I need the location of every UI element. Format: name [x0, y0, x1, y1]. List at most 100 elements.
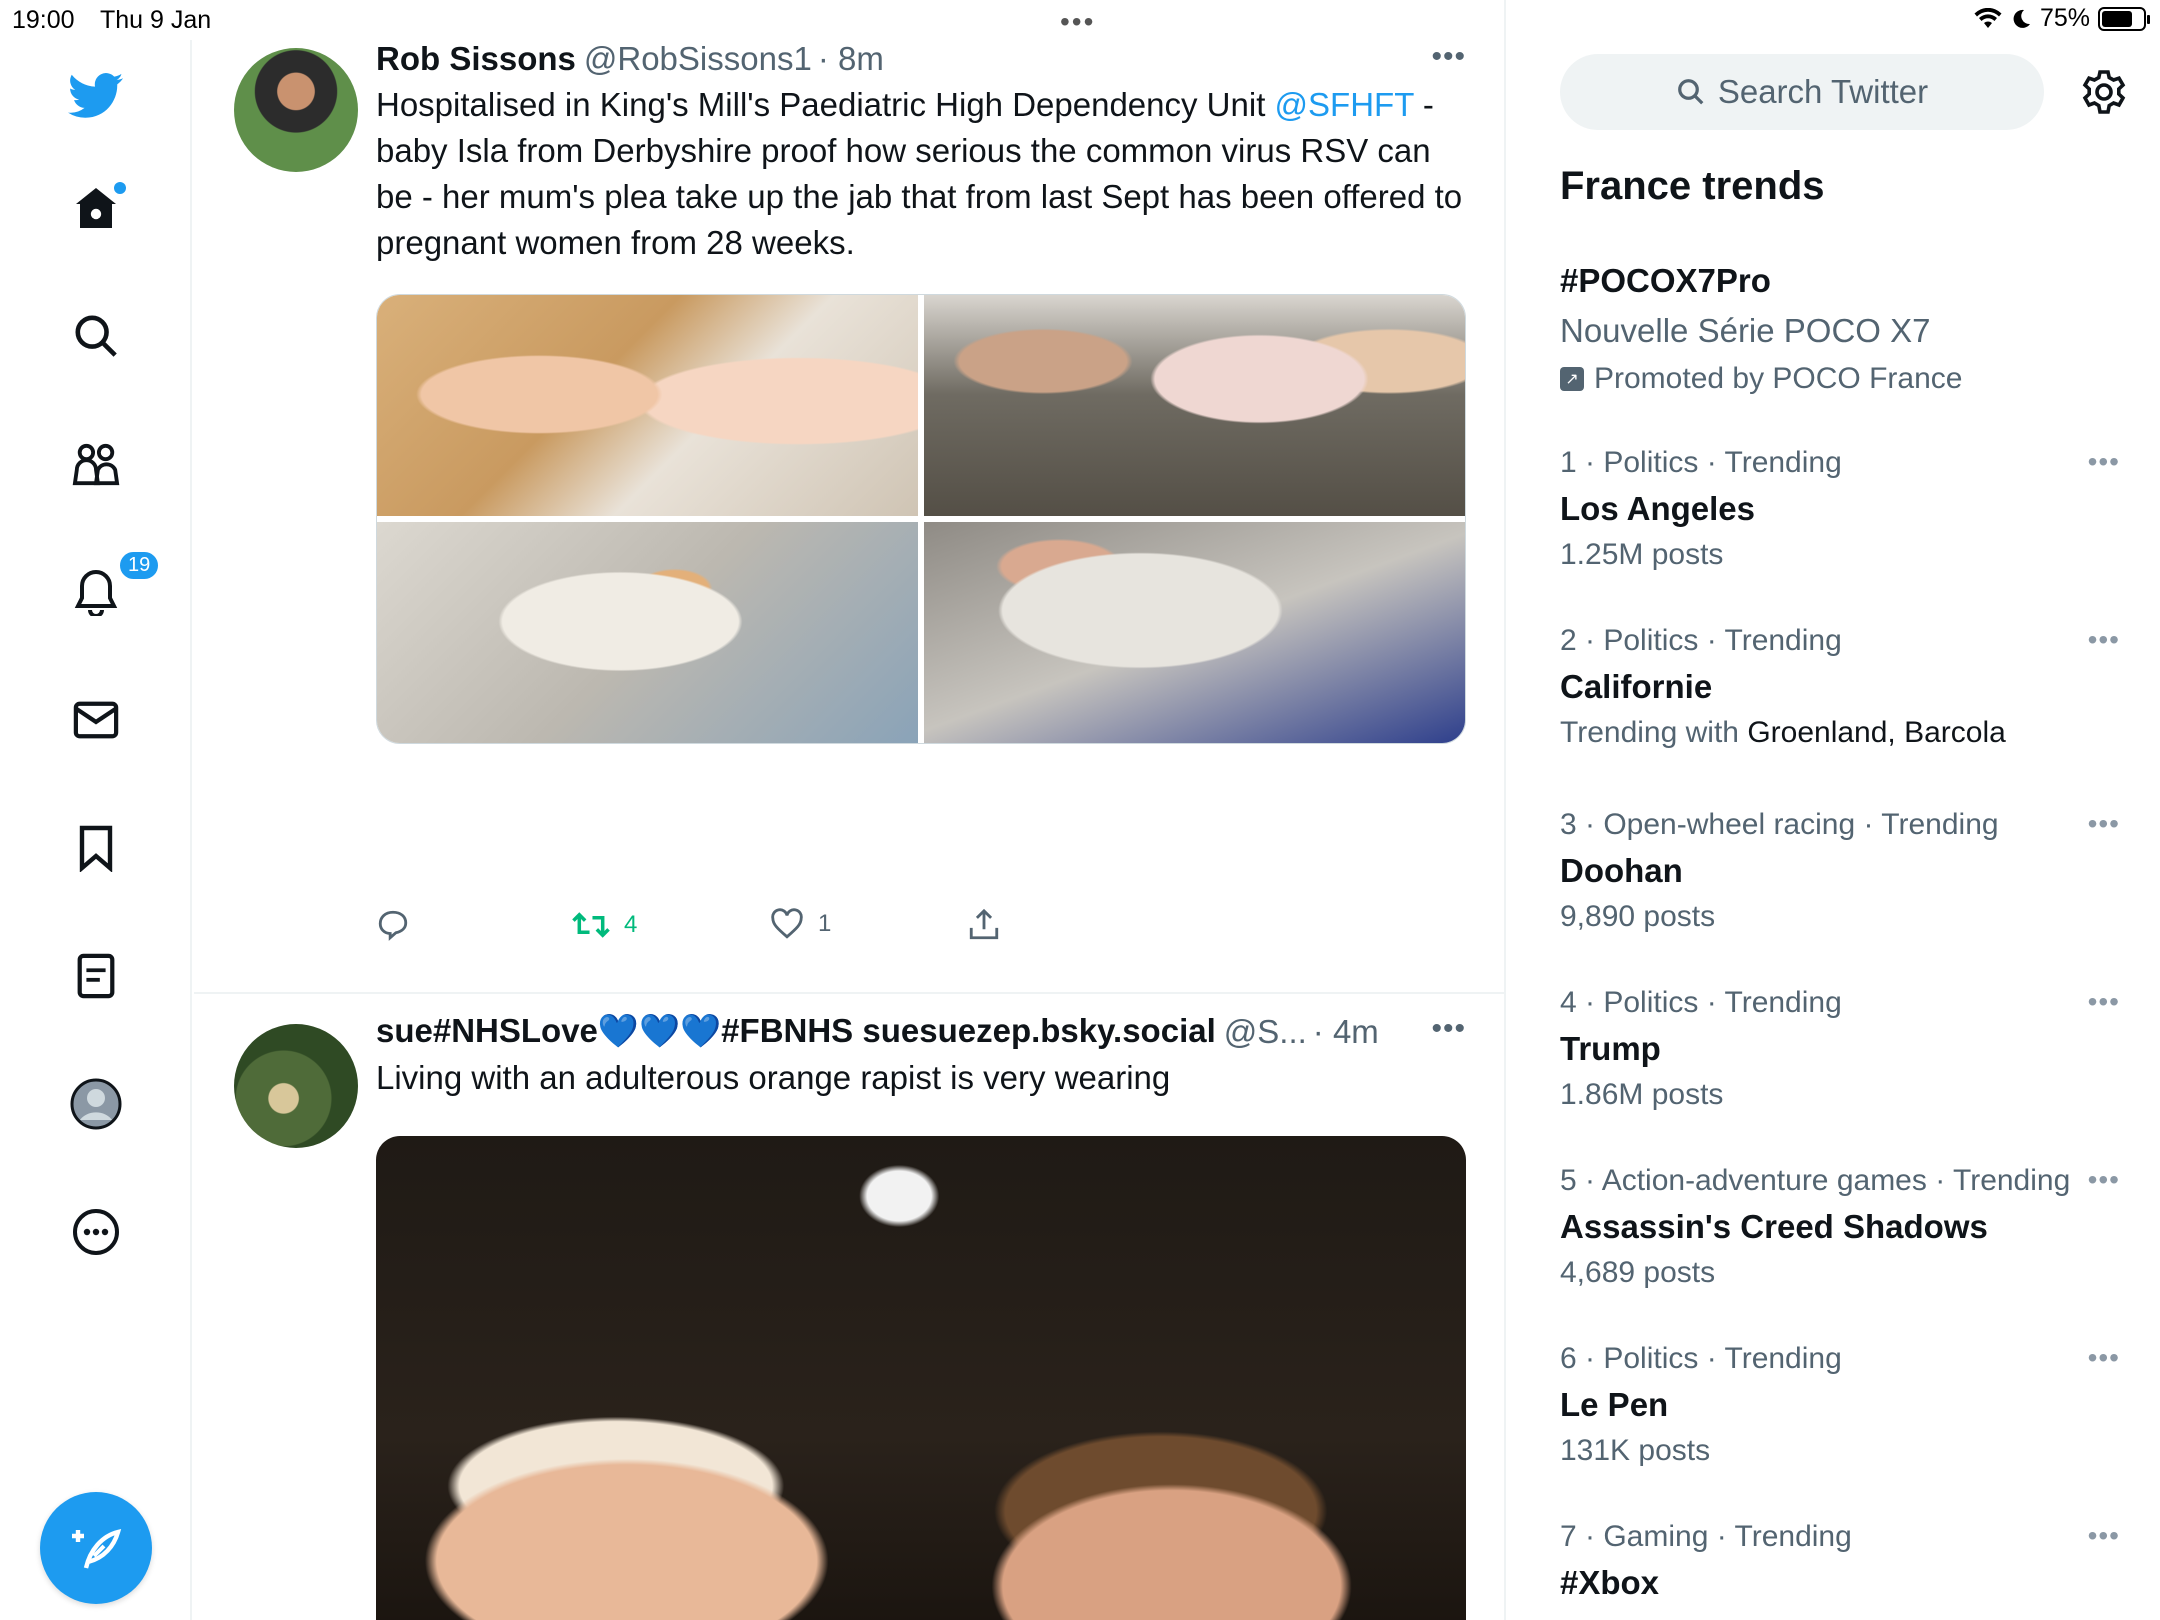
more-options-icon[interactable] [66, 1202, 126, 1262]
tweet-photo[interactable] [377, 295, 918, 516]
tweet-body: sue#NHSLove💙💙💙#FBNHS suesuezep.bsky.soci… [376, 1012, 1466, 1101]
promoted-by-label: Promoted by POCO France [1594, 362, 1963, 395]
tweet-photo[interactable] [924, 295, 1465, 516]
trend-item[interactable]: 5 · Action-adventure games · Trending ••… [1560, 1164, 2120, 1290]
trend-meta: 5 · Action-adventure games · Trending [1560, 1164, 2071, 1197]
trend-item[interactable]: 4 · Politics · Trending ••• Trump 1.86M … [1560, 986, 2120, 1112]
trend-item[interactable]: 1 · Politics · Trending ••• Los Angeles … [1560, 446, 2120, 572]
trend-name: Trump [1560, 1030, 1661, 1067]
trend-more-icon[interactable]: ••• [2088, 624, 2120, 656]
author-handle[interactable]: @S... [1224, 1013, 1307, 1051]
left-navigation: 19 [0, 40, 192, 1620]
promoted-by: ↗ Promoted by POCO France [1560, 362, 2120, 396]
tweet-text: Hospitalised in King's Mill's Paediatric… [376, 82, 1466, 266]
tweet-photo[interactable] [924, 522, 1465, 743]
profile-avatar-icon[interactable] [66, 1074, 126, 1134]
tweet-text-part: Hospitalised in King's Mill's Paediatric… [376, 86, 1275, 123]
trend-meta: 1 · Politics · Trending [1560, 446, 1842, 479]
tweet-more-icon[interactable]: ••• [1431, 40, 1466, 74]
trend-post-count: 131K posts [1560, 1434, 1711, 1467]
tweet-header: sue#NHSLove💙💙💙#FBNHS suesuezep.bsky.soci… [376, 1012, 1466, 1051]
notifications-badge: 19 [118, 550, 161, 581]
communities-icon[interactable] [66, 434, 126, 494]
like-button[interactable]: 1 [770, 908, 831, 940]
tweet-photo[interactable] [377, 522, 918, 743]
author-avatar[interactable] [234, 1024, 358, 1148]
messages-envelope-icon[interactable] [66, 690, 126, 750]
author-handle[interactable]: @RobSissons1 [584, 40, 812, 78]
settings-gear-icon[interactable] [2080, 68, 2128, 116]
tweet-time[interactable]: · 8m [818, 40, 884, 78]
compose-feather-icon [72, 1528, 122, 1569]
lists-icon[interactable] [66, 946, 126, 1006]
author-name[interactable]: Rob Sissons [376, 40, 576, 78]
trend-name: Le Pen [1560, 1386, 1669, 1423]
tweet-more-icon[interactable]: ••• [1431, 1012, 1466, 1046]
author-avatar[interactable] [234, 48, 358, 172]
trend-name: Doohan [1560, 852, 1683, 889]
compose-tweet-button[interactable] [40, 1492, 152, 1604]
search-placeholder: Search Twitter [1717, 73, 1929, 110]
trend-name: Assassin's Creed Shadows [1560, 1208, 1988, 1245]
trend-item[interactable]: 2 · Politics · Trending ••• Californie T… [1560, 624, 2120, 750]
retweet-button[interactable]: 4 [572, 908, 637, 942]
retweet-icon [572, 912, 610, 938]
trend-name: Los Angeles [1560, 490, 1755, 527]
tweet-header: Rob Sissons @RobSissons1 · 8m [376, 40, 1466, 78]
search-input[interactable]: Search Twitter [1560, 54, 2044, 130]
tweet-photo[interactable] [376, 1136, 1466, 1620]
reply-button[interactable] [376, 908, 410, 942]
twitter-logo-icon[interactable] [66, 66, 126, 126]
like-count: 1 [818, 910, 832, 937]
tweet[interactable]: sue#NHSLove💙💙💙#FBNHS suesuezep.bsky.soci… [194, 996, 1506, 1620]
home-unread-dot [114, 182, 126, 194]
retweet-count: 4 [624, 911, 638, 938]
mention-link[interactable]: @SFHFT [1275, 86, 1414, 123]
reply-icon [378, 910, 408, 941]
heart-icon [771, 908, 803, 939]
trend-more-icon[interactable]: ••• [2088, 446, 2120, 478]
promoted-trend-description: Nouvelle Série POCO X7 [1560, 312, 1931, 349]
tweet-media-grid [376, 294, 1466, 744]
trend-item[interactable]: 6 · Politics · Trending ••• Le Pen 131K … [1560, 1342, 2120, 1468]
tweet[interactable]: Rob Sissons @RobSissons1 · 8m ••• Hospit… [194, 40, 1506, 994]
trend-name: #Xbox [1560, 1564, 1660, 1601]
promoted-arrow-icon: ↗ [1560, 367, 1584, 391]
trend-meta: 3 · Open-wheel racing · Trending [1560, 808, 1999, 841]
trend-item[interactable]: 7 · Gaming · Trending ••• #Xbox [1560, 1520, 2120, 1602]
trend-related: Trending with Groenland, Barcola [1560, 716, 2120, 750]
notifications-bell-icon[interactable]: 19 [66, 550, 161, 622]
promoted-trend[interactable]: #POCOX7Pro Nouvelle Série POCO X7 ↗ Promo… [1560, 262, 2120, 396]
trend-post-count: 1.86M posts [1560, 1078, 1724, 1111]
trend-related-prefix: Trending with [1560, 716, 1748, 749]
trend-more-icon[interactable]: ••• [2088, 1520, 2120, 1552]
trend-more-icon[interactable]: ••• [2088, 1342, 2120, 1374]
home-icon[interactable] [66, 178, 126, 238]
trend-meta: 4 · Politics · Trending [1560, 986, 1842, 1019]
trend-more-icon[interactable]: ••• [2088, 808, 2120, 840]
trend-post-count: 9,890 posts [1560, 900, 1716, 933]
share-icon [969, 908, 999, 940]
search-icon [1677, 79, 1704, 105]
trend-more-icon[interactable]: ••• [2088, 1164, 2120, 1196]
trend-post-count: 1.25M posts [1560, 538, 1724, 571]
tweet-text: Living with an adulterous orange rapist … [376, 1059, 1171, 1096]
bookmarks-icon[interactable] [66, 818, 126, 878]
trend-more-icon[interactable]: ••• [2088, 986, 2120, 1018]
tweet-body: Rob Sissons @RobSissons1 · 8m ••• Hospit… [376, 40, 1466, 266]
timeline: Rob Sissons @RobSissons1 · 8m ••• Hospit… [194, 0, 1506, 1620]
tweet-time[interactable]: · 4m [1313, 1013, 1379, 1051]
trend-post-count: 4,689 posts [1560, 1256, 1716, 1289]
tweet-actions: 4 1 [376, 908, 1076, 948]
right-sidebar: Search Twitter France trends #POCOX7Pro … [1508, 0, 2160, 1620]
trend-name: Californie [1560, 668, 1713, 705]
trend-item[interactable]: 3 · Open-wheel racing · Trending ••• Doo… [1560, 808, 2120, 934]
trends-title: France trends [1560, 164, 1825, 208]
status-time: 19:00 [12, 6, 75, 34]
share-button[interactable] [968, 908, 1000, 942]
trend-meta: 2 · Politics · Trending [1560, 624, 1842, 657]
explore-search-icon[interactable] [66, 306, 126, 366]
trend-meta: 6 · Politics · Trending [1560, 1342, 1842, 1375]
trend-related-topics[interactable]: Groenland, Barcola [1747, 716, 2006, 749]
author-name[interactable]: sue#NHSLove💙💙💙#FBNHS suesuezep.bsky.soci… [376, 1012, 1216, 1051]
